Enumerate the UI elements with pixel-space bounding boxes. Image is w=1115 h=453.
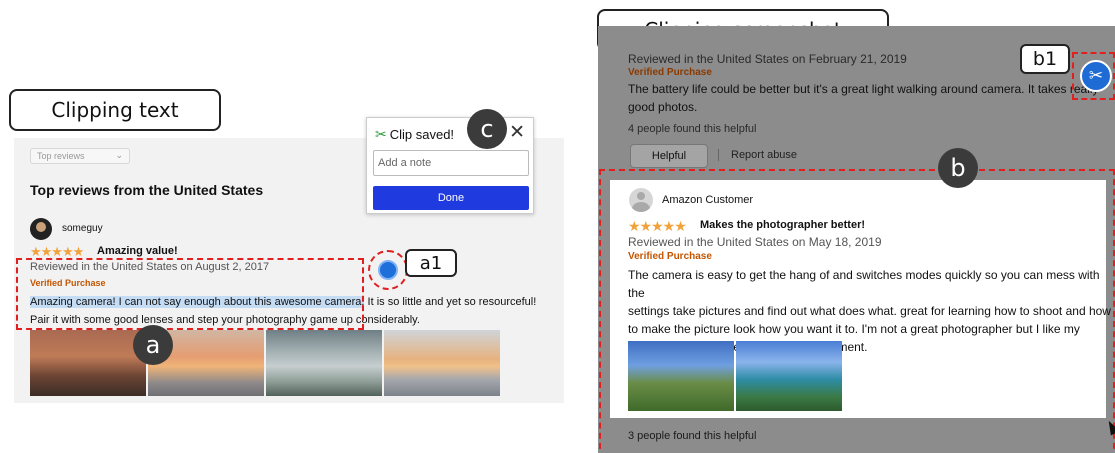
helpful-count: 4 people found this helpful	[628, 123, 757, 135]
popup-title: ✂ Clip saved!	[375, 126, 454, 143]
reviews-heading: Top reviews from the United States	[30, 182, 264, 198]
review-body-line: The battery life could be better but it'…	[628, 82, 1099, 96]
annotation-label-b1-text: b1	[1032, 48, 1058, 70]
report-abuse-link[interactable]: Report abuse	[718, 149, 797, 161]
clip-saved-popup: ✂ Clip saved! ✕ Add a note Done	[366, 117, 534, 214]
sort-dropdown-value: Top reviews	[37, 151, 85, 161]
review-body-line: good photos.	[628, 100, 698, 114]
review-photo[interactable]	[384, 330, 500, 396]
verified-purchase-badge: Verified Purchase	[628, 67, 712, 78]
review-title: Amazing value!	[97, 245, 178, 257]
annotation-label-a1-text: a1	[419, 252, 443, 274]
annotation-box-b	[599, 169, 1115, 453]
annotation-label-a1: a1	[405, 249, 457, 277]
popup-title-text: Clip saved!	[389, 127, 455, 142]
annotation-circle-a1	[368, 250, 408, 290]
annotation-box-a	[16, 258, 364, 330]
note-input[interactable]: Add a note	[373, 150, 529, 176]
review-date: Reviewed in the United States on Februar…	[628, 52, 907, 66]
annotation-label-b1: b1	[1020, 44, 1070, 74]
annotation-badge-c: c	[467, 109, 507, 149]
annotation-badge-a: a	[133, 325, 173, 365]
review-body-text: It is so little and yet so resourceful!	[364, 296, 537, 308]
annotation-badge-b: b	[938, 148, 978, 188]
scissors-icon: ✂	[375, 126, 387, 142]
reviewer-name: someguy	[62, 223, 103, 234]
review-photo[interactable]	[30, 330, 146, 396]
clipping-text-label: Clipping text	[51, 98, 179, 122]
avatar	[30, 218, 52, 240]
review-body: The battery life could be better but it'…	[628, 80, 1099, 116]
clipping-text-callout: Clipping text	[9, 89, 221, 131]
annotation-box-b1	[1072, 52, 1115, 100]
done-button[interactable]: Done	[373, 186, 529, 210]
close-icon[interactable]: ✕	[509, 121, 525, 144]
helpful-button[interactable]: Helpful	[630, 144, 708, 168]
sort-dropdown[interactable]: Top reviews ⌄	[30, 148, 130, 164]
review-photo[interactable]	[266, 330, 382, 396]
chevron-down-icon: ⌄	[115, 150, 123, 160]
